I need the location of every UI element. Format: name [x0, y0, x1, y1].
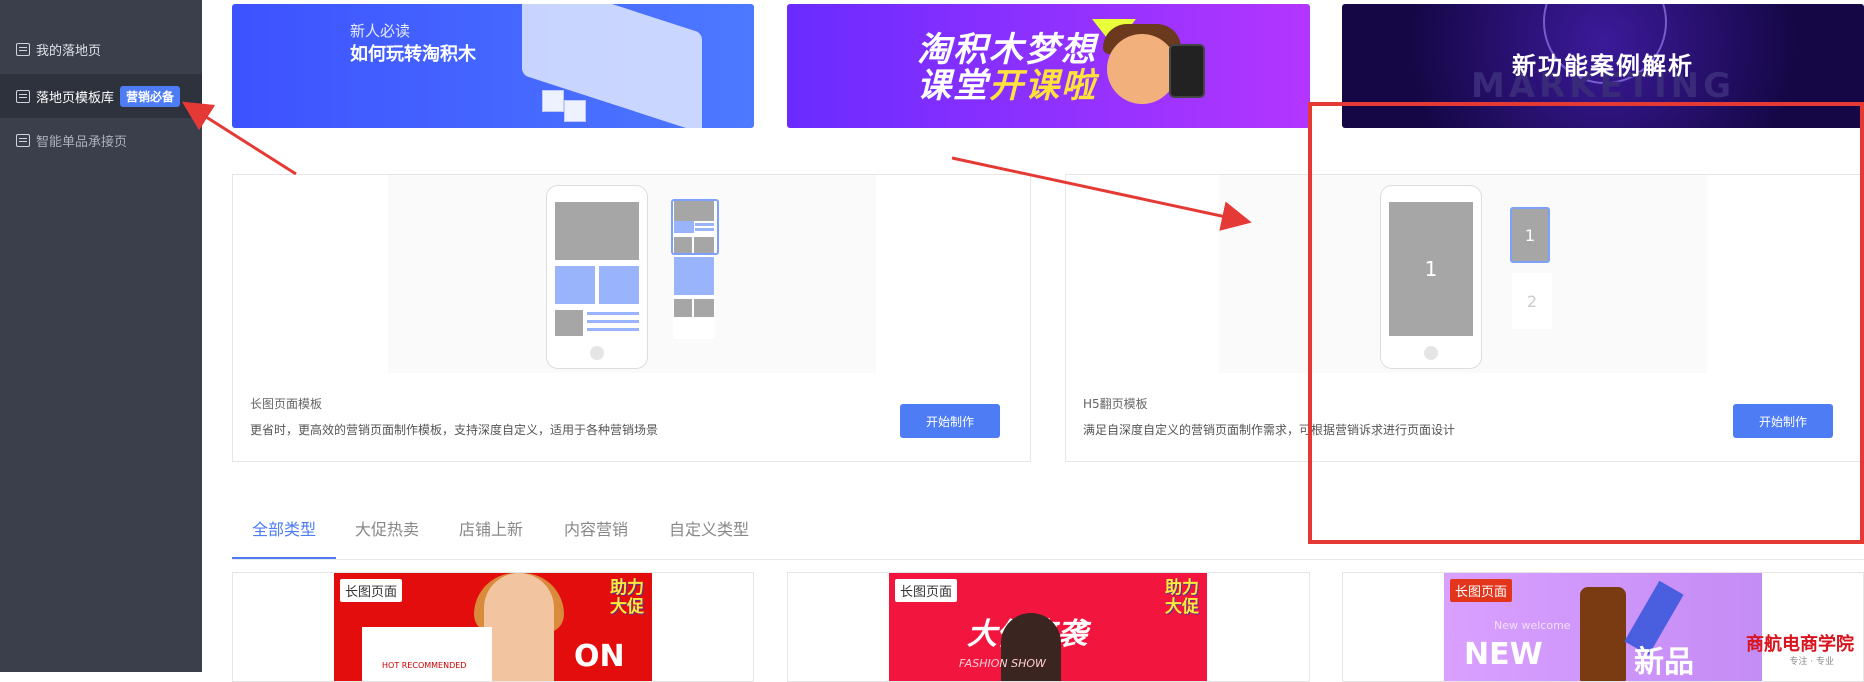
- arrow-to-template-library: [181, 101, 297, 176]
- arrow-to-h5-template: [951, 156, 1252, 231]
- annotation-highlight-box: [1308, 102, 1864, 544]
